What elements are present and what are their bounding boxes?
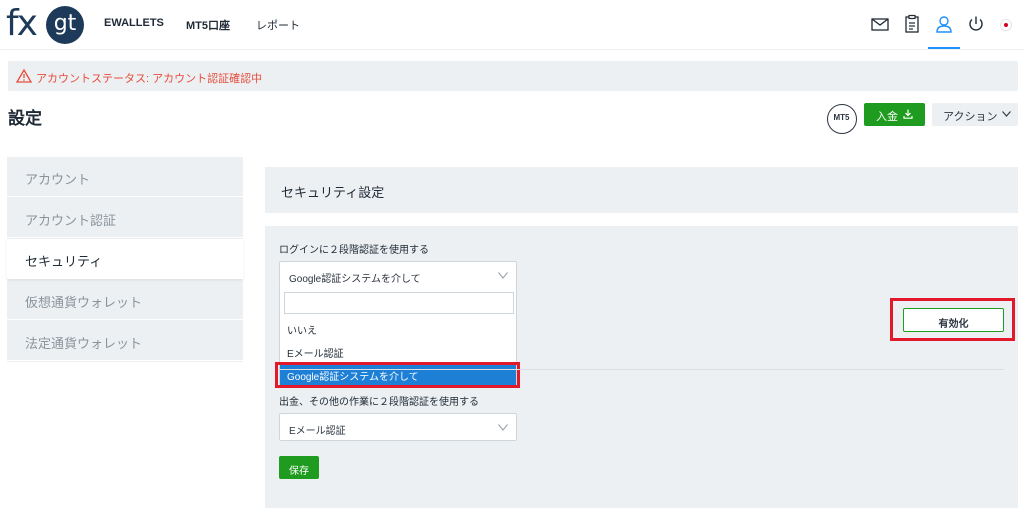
japan-flag-icon[interactable] <box>1000 19 1012 31</box>
security-settings-header: セキュリティ設定 <box>265 167 1018 213</box>
sidebar-item-label: 法定通貨ウォレット <box>25 336 143 351</box>
power-icon[interactable] <box>966 14 986 34</box>
save-button[interactable]: 保存 <box>279 456 319 479</box>
deposit-button[interactable]: 入金 <box>864 103 925 126</box>
mt5-badge[interactable]: MT5 <box>827 104 857 134</box>
nav-ewallets[interactable]: EWALLETS <box>104 17 164 29</box>
logo-fx-text: fx <box>6 3 38 44</box>
action-dropdown-button[interactable]: アクション <box>932 103 1018 126</box>
action-label: アクション <box>943 111 998 123</box>
option-no[interactable]: いいえ <box>280 317 516 339</box>
withdraw-2fa-label: 出金、その他の作業に２段階認証を使用する <box>279 397 479 408</box>
sidebar-item-account[interactable]: アカウント <box>7 157 243 197</box>
account-status-alert: アカウントステータス: アカウント認証確認中 <box>8 61 1018 91</box>
settings-sidebar: アカウント アカウント認証 セキュリティ 仮想通貨ウォレット 法定通貨ウォレット <box>7 157 243 362</box>
sidebar-item-label: アカウント <box>25 172 91 187</box>
fxgt-logo[interactable]: fx gt <box>6 4 86 46</box>
sidebar-item-crypto-wallet[interactable]: 仮想通貨ウォレット <box>7 280 243 320</box>
top-navbar: fx gt EWALLETS MT5口座 レポート <box>0 0 1024 50</box>
warning-icon <box>16 69 32 83</box>
chevron-down-icon <box>1002 111 1011 117</box>
sidebar-item-label: セキュリティ <box>25 254 103 269</box>
deposit-label: 入金 <box>876 111 898 123</box>
sidebar-item-account-verification[interactable]: アカウント認証 <box>7 198 243 238</box>
mail-icon[interactable] <box>870 14 890 34</box>
highlight-enable-button <box>890 298 1015 341</box>
nav-reports[interactable]: レポート <box>256 17 300 33</box>
login-2fa-label: ログインに２段階認証を使用する <box>279 245 429 256</box>
login-2fa-select[interactable]: Google認証システムを介して <box>279 261 517 289</box>
sidebar-item-security[interactable]: セキュリティ <box>7 239 243 279</box>
option-label: いいえ <box>287 326 317 337</box>
login-2fa-value: Google認証システムを介して <box>289 274 421 285</box>
dropdown-search-input[interactable] <box>284 292 514 314</box>
nav-mt5-accounts[interactable]: MT5口座 <box>186 17 230 33</box>
user-active-indicator <box>928 47 960 49</box>
alert-text: アカウントステータス: アカウント認証確認中 <box>36 73 263 85</box>
option-label: Eメール認証 <box>287 349 344 360</box>
mt5-badge-label: MT5 <box>833 113 850 122</box>
download-icon <box>903 109 913 119</box>
withdraw-2fa-select[interactable]: Eメール認証 <box>279 413 517 441</box>
section-title: セキュリティ設定 <box>281 185 385 200</box>
sidebar-item-label: アカウント認証 <box>25 213 117 228</box>
chevron-down-icon <box>498 424 508 431</box>
chevron-down-icon <box>498 272 508 279</box>
option-email-auth[interactable]: Eメール認証 <box>280 340 516 362</box>
save-label: 保存 <box>289 466 309 477</box>
user-icon[interactable] <box>934 14 954 34</box>
withdraw-2fa-value: Eメール認証 <box>289 426 346 437</box>
section-divider <box>279 369 1004 370</box>
page-title: 設定 <box>8 109 42 128</box>
sidebar-item-fiat-wallet[interactable]: 法定通貨ウォレット <box>7 321 243 361</box>
sidebar-item-label: 仮想通貨ウォレット <box>25 295 143 310</box>
highlight-google-option <box>275 362 520 388</box>
clipboard-icon[interactable] <box>902 14 922 34</box>
logo-gt-text: gt <box>46 6 84 44</box>
